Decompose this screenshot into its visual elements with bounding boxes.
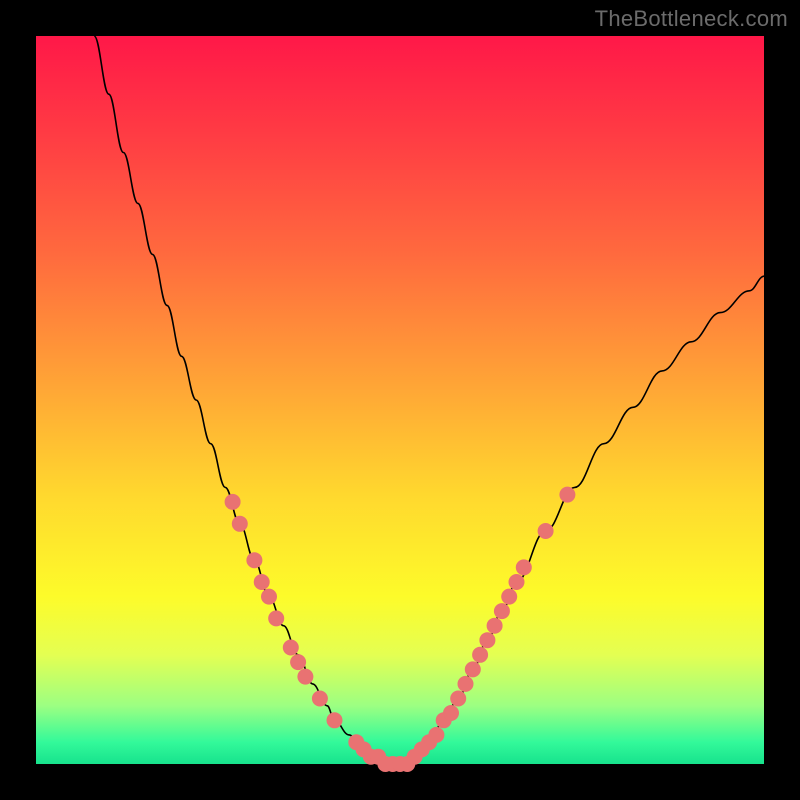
data-marker — [290, 654, 306, 670]
data-marker — [479, 632, 495, 648]
data-marker — [472, 647, 488, 663]
data-marker — [494, 603, 510, 619]
plot-area — [36, 36, 764, 764]
data-marker — [246, 552, 262, 568]
data-marker — [225, 494, 241, 510]
data-marker — [268, 610, 284, 626]
data-marker — [312, 691, 328, 707]
marker-group — [225, 487, 576, 772]
data-marker — [443, 705, 459, 721]
data-marker — [559, 487, 575, 503]
outer-frame: TheBottleneck.com — [0, 0, 800, 800]
data-marker — [297, 669, 313, 685]
data-marker — [501, 589, 517, 605]
data-marker — [428, 727, 444, 743]
data-marker — [458, 676, 474, 692]
data-marker — [487, 618, 503, 634]
watermark-text: TheBottleneck.com — [595, 6, 788, 32]
data-marker — [254, 574, 270, 590]
data-marker — [283, 640, 299, 656]
curve-layer — [36, 36, 764, 764]
data-marker — [261, 589, 277, 605]
bottleneck-curve — [94, 36, 764, 764]
data-marker — [516, 559, 532, 575]
data-marker — [465, 661, 481, 677]
data-marker — [450, 691, 466, 707]
data-marker — [509, 574, 525, 590]
data-marker — [327, 712, 343, 728]
data-marker — [232, 516, 248, 532]
data-marker — [538, 523, 554, 539]
